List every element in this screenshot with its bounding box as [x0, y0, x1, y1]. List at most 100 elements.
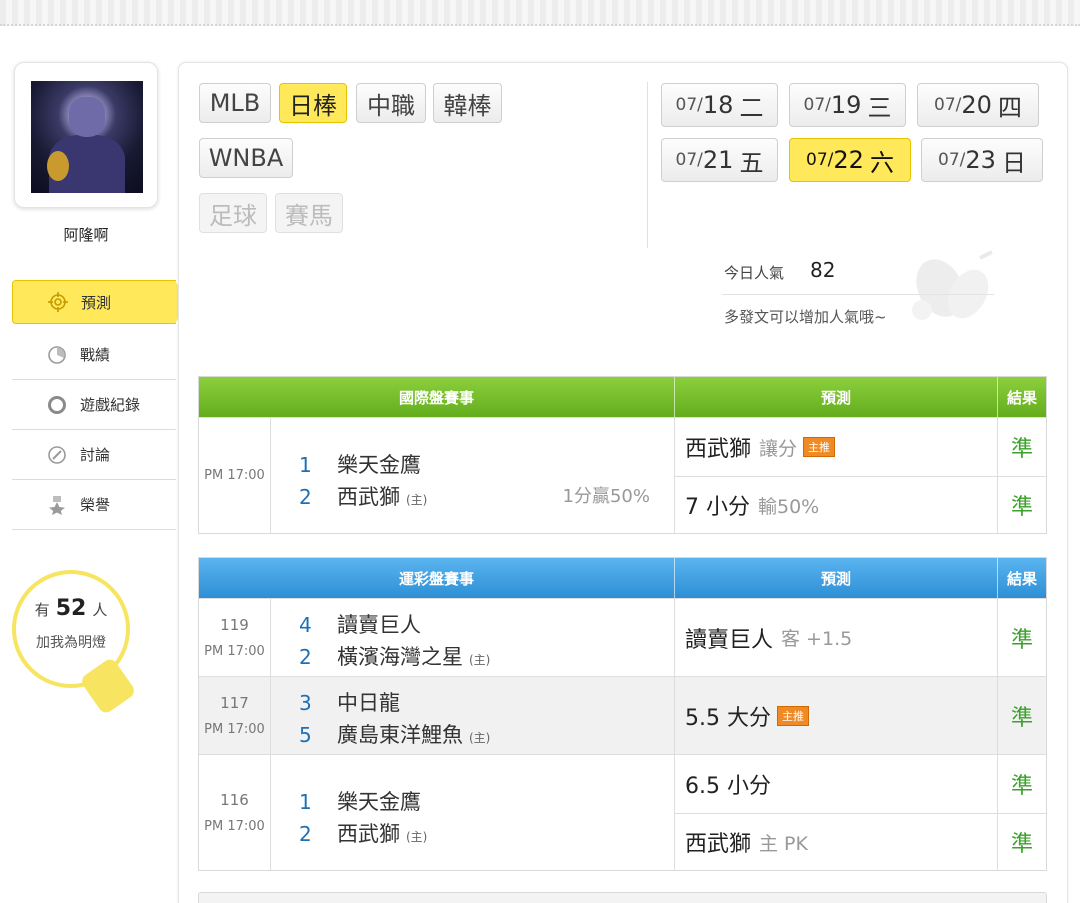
- date-weekday: 五: [739, 148, 764, 177]
- team-number: 2: [299, 645, 312, 669]
- date-day: 19: [830, 91, 862, 119]
- popularity-label: 今日人氣: [724, 264, 785, 282]
- game-time-cell: 116 PM 17:00: [199, 755, 271, 870]
- league-tab-mlb[interactable]: MLB: [199, 83, 271, 123]
- team-name: 樂天金鷹: [337, 790, 421, 814]
- fan-count-prefix: 有: [34, 601, 50, 619]
- table-header: 國際盤賽事 預測 結果: [199, 377, 1046, 417]
- sidebar-item-honor[interactable]: 榮譽: [12, 480, 176, 530]
- team-number: 1: [299, 453, 312, 477]
- teams-cell: 3 中日龍 5 廣島東洋鯉魚 (主): [271, 677, 675, 754]
- prediction-item: 6.5 小分: [675, 755, 997, 813]
- team-number: 4: [299, 613, 312, 637]
- date-month: 07/: [803, 95, 831, 115]
- date-day: 20: [961, 91, 992, 119]
- header-match: 國際盤賽事: [199, 377, 675, 417]
- league-tab-cpbl[interactable]: 中職: [356, 83, 426, 123]
- prediction-item: 7 小分 輸50%: [675, 476, 997, 533]
- prediction-cell: 5.5 大分 主推: [675, 677, 998, 754]
- league-tab-npb[interactable]: 日棒: [279, 83, 347, 123]
- away-team: 1 樂天金鷹: [299, 786, 421, 816]
- sidebar-item-game-log[interactable]: 遊戲紀錄: [12, 380, 176, 430]
- featured-badge: 主推: [803, 437, 836, 457]
- fan-count-suffix: 人: [92, 601, 108, 619]
- date-day: 23: [965, 146, 996, 174]
- header-prediction: 預測: [675, 377, 998, 417]
- home-team: 2 西武獅 (主): [299, 481, 427, 511]
- table-row: PM 17:00 1 樂天金鷹 2 西武獅 (主) 1分贏50% 西武獅 讓分 主推 …: [199, 417, 1046, 533]
- sidebar-item-label: 遊戲紀錄: [80, 396, 141, 414]
- prediction-sub: 讓分: [759, 437, 798, 460]
- profile-card[interactable]: [14, 62, 158, 208]
- sidebar-item-label: 討論: [80, 446, 111, 464]
- result-cell: 準 準: [998, 755, 1046, 870]
- sidebar-item-label: 預測: [81, 293, 112, 312]
- ring-icon: [46, 394, 68, 416]
- away-team: 4 讀賣巨人: [299, 609, 421, 639]
- sidebar-item-prediction[interactable]: 預測: [12, 280, 187, 324]
- username[interactable]: 阿隆啊: [14, 224, 158, 245]
- avatar-figure-head: [69, 97, 105, 137]
- league-tab-horse-racing[interactable]: 賽馬: [275, 193, 343, 233]
- game-time: PM 17:00: [204, 644, 265, 659]
- date-month: 07/: [934, 95, 962, 115]
- prediction-cell: 西武獅 讓分 主推 7 小分 輸50%: [675, 418, 998, 533]
- home-marker: (主): [406, 830, 428, 844]
- date-tab-0719[interactable]: 07/19 三: [789, 83, 906, 127]
- date-tab-0720[interactable]: 07/20 四: [917, 83, 1039, 127]
- add-me-lamp-link[interactable]: 加我為明燈: [12, 632, 130, 652]
- date-month: 07/: [806, 150, 834, 170]
- decorative-top-edge: [0, 0, 1080, 26]
- home-team: 5 廣島東洋鯉魚 (主): [299, 719, 490, 749]
- sidebar-item-label: 戰績: [80, 346, 111, 364]
- popularity-value: 82: [810, 258, 836, 282]
- prediction-item: 5.5 大分 主推: [675, 677, 997, 754]
- medal-icon: [46, 494, 68, 516]
- sidebar-item-discussion[interactable]: 討論: [12, 430, 176, 480]
- date-tab-0718[interactable]: 07/18 二: [661, 83, 778, 127]
- prediction-main: 5.5 大分: [685, 705, 771, 731]
- result-cell: 準: [998, 677, 1046, 754]
- game-code: 117: [220, 694, 249, 712]
- result-cell: 準 準: [998, 418, 1046, 533]
- date-tab-0721[interactable]: 07/21 五: [661, 138, 778, 182]
- prediction-sub: 客 +1.5: [781, 628, 853, 650]
- prediction-main: 西武獅: [685, 832, 752, 857]
- league-tab-kbo[interactable]: 韓棒: [433, 83, 502, 123]
- prediction-main: 6.5 小分: [685, 774, 771, 799]
- avatar[interactable]: [31, 81, 143, 193]
- date-weekday: 二: [739, 93, 764, 122]
- team-name: 西武獅: [337, 485, 400, 509]
- date-weekday: 四: [997, 93, 1022, 122]
- date-tab-0722[interactable]: 07/22 六: [789, 138, 911, 182]
- prediction-sub: 主 PK: [759, 832, 808, 855]
- table-header: 運彩盤賽事 預測 結果: [199, 558, 1046, 598]
- lottery-games-table: 運彩盤賽事 預測 結果 119 PM 17:00 4 讀賣巨人 2 橫濱海灣之星 (主…: [198, 557, 1047, 871]
- header-prediction: 預測: [675, 558, 998, 598]
- game-code: 119: [220, 616, 249, 634]
- popularity-note: 多發文可以增加人氣哦~: [724, 308, 887, 326]
- sidebar-item-record[interactable]: 戰績: [12, 330, 176, 380]
- league-tab-wnba[interactable]: WNBA: [199, 138, 293, 178]
- date-tab-0723[interactable]: 07/23 日: [921, 138, 1043, 182]
- intl-games-table: 國際盤賽事 預測 結果 PM 17:00 1 樂天金鷹 2 西武獅 (主) 1分贏50…: [198, 376, 1047, 534]
- flower-decoration-icon: [912, 250, 993, 320]
- result-mark: 準: [1010, 774, 1033, 799]
- prediction-item: 西武獅 讓分 主推: [675, 418, 997, 476]
- table-row: 116 PM 17:00 1 樂天金鷹 2 西武獅 (主) 6.5 小分 西武獅 主 …: [199, 754, 1046, 870]
- home-marker: (主): [406, 493, 428, 507]
- pencil-icon: [46, 444, 68, 466]
- header-result: 結果: [1006, 569, 1037, 588]
- prediction-cell: 讀賣巨人 客 +1.5: [675, 599, 998, 676]
- fan-count-value: 52: [55, 596, 87, 621]
- team-name: 西武獅: [337, 822, 400, 846]
- team-number: 1: [299, 790, 312, 814]
- date-weekday: 六: [869, 148, 894, 177]
- team-name: 廣島東洋鯉魚: [337, 723, 463, 747]
- date-weekday: 日: [1001, 148, 1026, 177]
- game-time-cell: 119 PM 17:00: [199, 599, 271, 676]
- prediction-main: 7 小分: [685, 495, 750, 520]
- team-name: 讀賣巨人: [337, 613, 421, 637]
- fan-count: 有 52 人: [12, 596, 130, 621]
- league-tab-soccer[interactable]: 足球: [199, 193, 267, 233]
